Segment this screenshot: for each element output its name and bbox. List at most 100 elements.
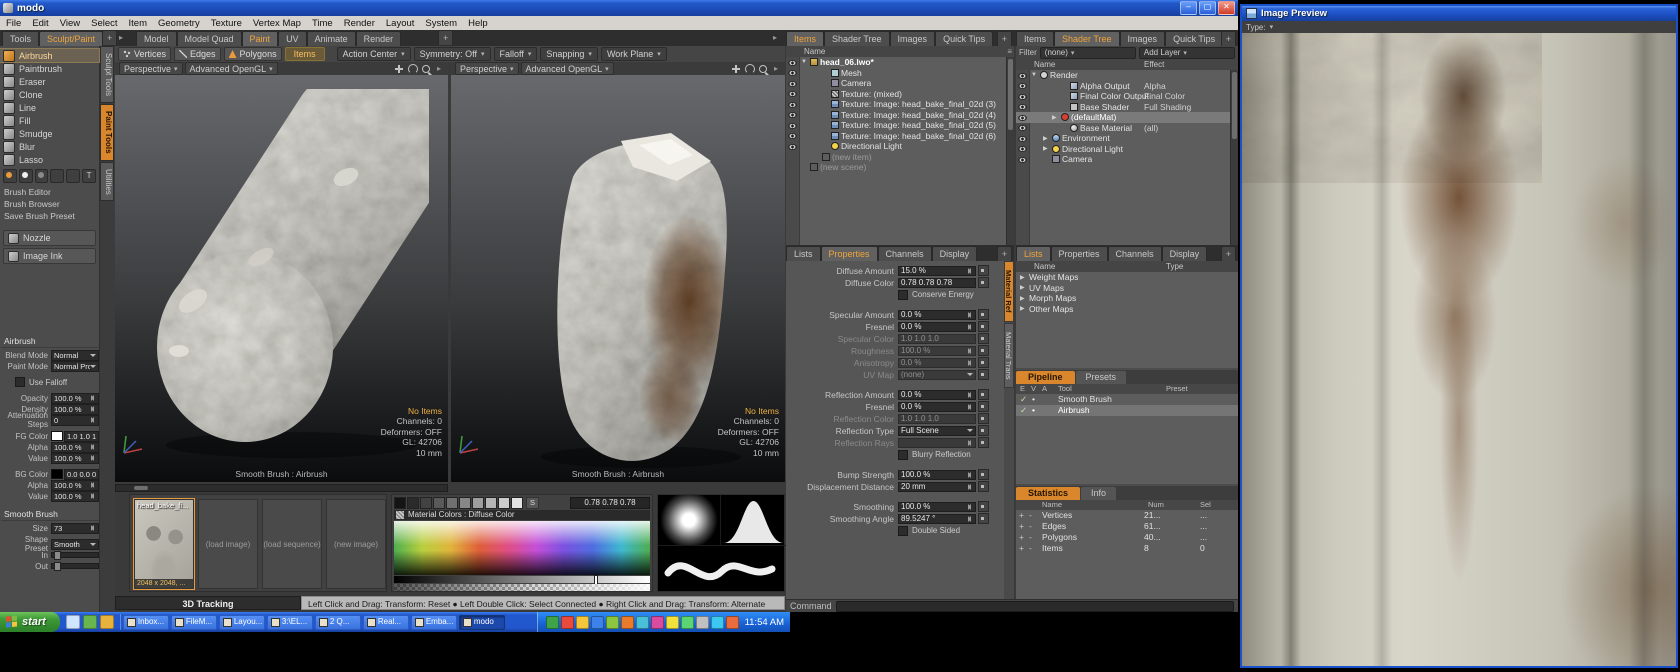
menu-item[interactable]: System: [425, 18, 457, 29]
panel-tab[interactable]: Display: [1162, 246, 1208, 261]
quick-launch-icon[interactable]: [83, 615, 97, 629]
layout-tab[interactable]: Paint: [242, 31, 279, 46]
panel-tab[interactable]: Images: [890, 31, 936, 46]
visibility-eye-icon[interactable]: [1018, 115, 1027, 121]
taskbar-clock[interactable]: 11:54 AM: [745, 617, 784, 628]
tool-button[interactable]: Paintbrush: [0, 62, 99, 75]
taskbar-window-button[interactable]: FileM...: [171, 615, 217, 630]
shader-tree-row[interactable]: Alpha Output Alpha: [1016, 81, 1238, 92]
visibility-eye-icon[interactable]: [788, 123, 797, 129]
shader-tree-row[interactable]: ▼ Render: [1016, 70, 1238, 81]
visibility-eye-icon[interactable]: [788, 133, 797, 139]
image-cell[interactable]: (load image) (load image): [198, 499, 258, 589]
shader-tree-row[interactable]: Final Color Output Final Color: [1016, 91, 1238, 102]
tool-button[interactable]: Airbrush: [0, 49, 99, 62]
item-row[interactable]: (new scene): [786, 162, 1014, 173]
reflection-color-field[interactable]: 1.0 1.0 1.0: [898, 414, 976, 424]
attenuation-field[interactable]: 0: [51, 415, 99, 426]
pipeline-row[interactable]: ✓ • Airbrush: [1016, 405, 1238, 416]
expand-plus-button[interactable]: +: [1019, 521, 1024, 532]
toolbox-link[interactable]: Brush Editor: [0, 186, 99, 198]
spinner[interactable]: [966, 471, 973, 479]
item-row[interactable]: Camera: [786, 78, 1014, 89]
menu-item[interactable]: Render: [344, 18, 375, 29]
work-plane-dropdown[interactable]: Work Plane▾: [601, 47, 667, 61]
saturation-button[interactable]: S: [526, 497, 539, 509]
pipeline-row[interactable]: ✓ • Smooth Brush: [1016, 394, 1238, 405]
visibility-eye-icon[interactable]: [1018, 125, 1027, 131]
expand-arrow-icon[interactable]: ▶: [1043, 145, 1050, 152]
falloff-dropdown[interactable]: Falloff▾: [494, 47, 538, 61]
tray-icon[interactable]: [636, 616, 649, 629]
gray-swatch[interactable]: [459, 497, 471, 509]
reflection-amount-field[interactable]: 0.0 %: [898, 390, 976, 400]
expand-arrow-icon[interactable]: ▶: [1043, 135, 1050, 142]
panel-tab[interactable]: Display: [932, 246, 978, 261]
quick-launch-icon[interactable]: [100, 615, 114, 629]
menu-item[interactable]: Select: [91, 18, 117, 29]
expand-arrow-icon[interactable]: ▶: [1020, 284, 1027, 291]
visibility-eye-icon[interactable]: [1018, 136, 1027, 142]
item-row[interactable]: Texture: Image: head_bake_final_02d (5): [786, 120, 1014, 131]
layout-tab[interactable]: Animate: [307, 31, 356, 46]
scrollbar[interactable]: [1006, 57, 1014, 245]
statistics-row[interactable]: + - Items 8 0: [1016, 543, 1238, 554]
value-gradient-bar[interactable]: [394, 576, 650, 583]
layout-tab[interactable]: Model Quad: [177, 31, 242, 46]
gray-swatch[interactable]: [498, 497, 510, 509]
rotate-icon[interactable]: [408, 64, 418, 74]
shading-dropdown[interactable]: Advanced OpenGL▾: [185, 62, 278, 75]
visibility-eye-icon[interactable]: [788, 102, 797, 108]
side-tab[interactable]: Utilities: [100, 162, 114, 202]
expand-arrow-icon[interactable]: ▼: [801, 59, 808, 65]
panel-tab[interactable]: Quick Tips: [1165, 31, 1223, 46]
taskbar-window-button[interactable]: Real...: [363, 615, 409, 630]
add-panel-tab-button[interactable]: +: [997, 246, 1012, 261]
add-panel-tab-button[interactable]: +: [997, 31, 1012, 46]
chevron-down-icon[interactable]: ▾: [1270, 23, 1274, 31]
shading-dropdown[interactable]: Advanced OpenGL▾: [521, 62, 614, 75]
taskbar-window-button[interactable]: modo: [459, 615, 505, 630]
roughness-field[interactable]: 100.0 %: [898, 346, 976, 356]
item-row[interactable]: Texture: Image: head_bake_final_02d (4): [786, 110, 1014, 121]
3d-viewport-canvas[interactable]: No Items Channels: 0 Deformers: OFF GL: …: [115, 75, 448, 482]
mini-slider[interactable]: [978, 321, 989, 332]
add-panel-tab-button[interactable]: +: [1221, 31, 1236, 46]
menu-item[interactable]: Vertex Map: [253, 18, 301, 29]
tool-button[interactable]: Smudge: [0, 127, 99, 140]
pan-icon[interactable]: [731, 64, 741, 74]
tray-icon[interactable]: [696, 616, 709, 629]
reflection-rays-field[interactable]: [898, 438, 976, 448]
panel-tab[interactable]: Lists: [1016, 246, 1051, 261]
expand-arrow-icon[interactable]: ▶: [1020, 274, 1027, 281]
spinner[interactable]: [966, 483, 973, 491]
mini-slider[interactable]: [978, 309, 989, 320]
visibility-eye-icon[interactable]: [788, 70, 797, 76]
preset-slot-button[interactable]: [66, 169, 80, 183]
expand-plus-button[interactable]: +: [1019, 532, 1024, 543]
mini-slider[interactable]: [978, 357, 989, 368]
tray-icon[interactable]: [666, 616, 679, 629]
side-tab[interactable]: Sculpt Tools: [100, 46, 114, 103]
gray-swatch[interactable]: [472, 497, 484, 509]
menu-item[interactable]: Time: [312, 18, 333, 29]
start-button[interactable]: start: [0, 612, 60, 632]
taskbar-window-button[interactable]: Layou...: [219, 615, 265, 630]
shader-tree-row[interactable]: Base Shader Full Shading: [1016, 102, 1238, 113]
items-mode-button[interactable]: Items: [285, 47, 325, 61]
shader-tree-row[interactable]: Base Material (all): [1016, 123, 1238, 134]
item-row[interactable]: Texture: Image: head_bake_final_02d (6): [786, 131, 1014, 142]
size-field[interactable]: 73: [51, 523, 99, 534]
visibility-eye-icon[interactable]: [788, 81, 797, 87]
item-row[interactable]: Texture: Image: head_bake_final_02d (3): [786, 99, 1014, 110]
panel-tab[interactable]: Lists: [786, 246, 821, 261]
conserve-energy-checkbox[interactable]: [898, 290, 908, 300]
spinner[interactable]: [89, 492, 96, 500]
expand-arrow-icon[interactable]: ▶: [1020, 305, 1027, 312]
spinner[interactable]: [89, 416, 96, 424]
layout-tab[interactable]: UV: [278, 31, 307, 46]
enable-check-icon[interactable]: ✓: [1020, 405, 1027, 416]
expand-arrow-icon[interactable]: ▶: [1052, 114, 1059, 121]
layout-tab[interactable]: Model: [136, 31, 177, 46]
panel-tab[interactable]: Channels: [878, 246, 932, 261]
